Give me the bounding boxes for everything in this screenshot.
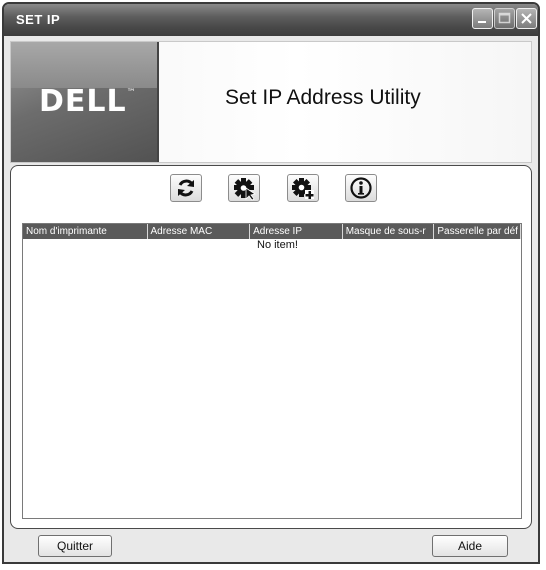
column-header-printer-name[interactable]: Nom d'imprimante [23,224,148,239]
column-header-ip-address[interactable]: Adresse IP [250,224,343,239]
printer-list[interactable]: Nom d'imprimante Adresse MAC Adresse IP … [22,223,522,519]
maximize-icon [498,12,511,24]
close-button[interactable] [516,8,537,29]
set-ip-window: SET IP DELL™ Set IP Address Utility Nom … [2,2,540,564]
empty-list-message: No item! [257,239,298,251]
app-title: Set IP Address Utility [225,86,421,109]
list-header: Nom d'imprimante Adresse MAC Adresse IP … [23,224,522,240]
gear-plus-icon [292,178,314,199]
refresh-icon [178,179,194,197]
title-bar[interactable]: SET IP [4,4,538,36]
close-icon [521,13,532,24]
quit-button[interactable]: Quitter [38,535,112,557]
refresh-button[interactable] [170,174,202,202]
main-panel: Nom d'imprimante Adresse MAC Adresse IP … [10,165,532,529]
column-header-mac-address[interactable]: Adresse MAC [147,224,251,239]
configure-button[interactable] [228,174,260,202]
gear-cursor-icon [234,178,256,201]
column-header-gateway[interactable]: Passerelle par déf [434,224,522,239]
window-title: SET IP [16,12,61,27]
help-button[interactable]: Aide [432,535,508,557]
app-header: DELL™ Set IP Address Utility [10,41,532,163]
minimize-button[interactable] [472,8,493,29]
logo-text: DELL™ [39,84,137,119]
info-button[interactable] [345,174,377,202]
add-config-button[interactable] [287,174,319,202]
dell-logo: DELL™ [11,42,159,162]
info-icon [350,177,372,199]
column-header-subnet-mask[interactable]: Masque de sous-r [342,224,435,239]
minimize-icon [478,21,486,23]
maximize-button[interactable] [494,8,515,29]
